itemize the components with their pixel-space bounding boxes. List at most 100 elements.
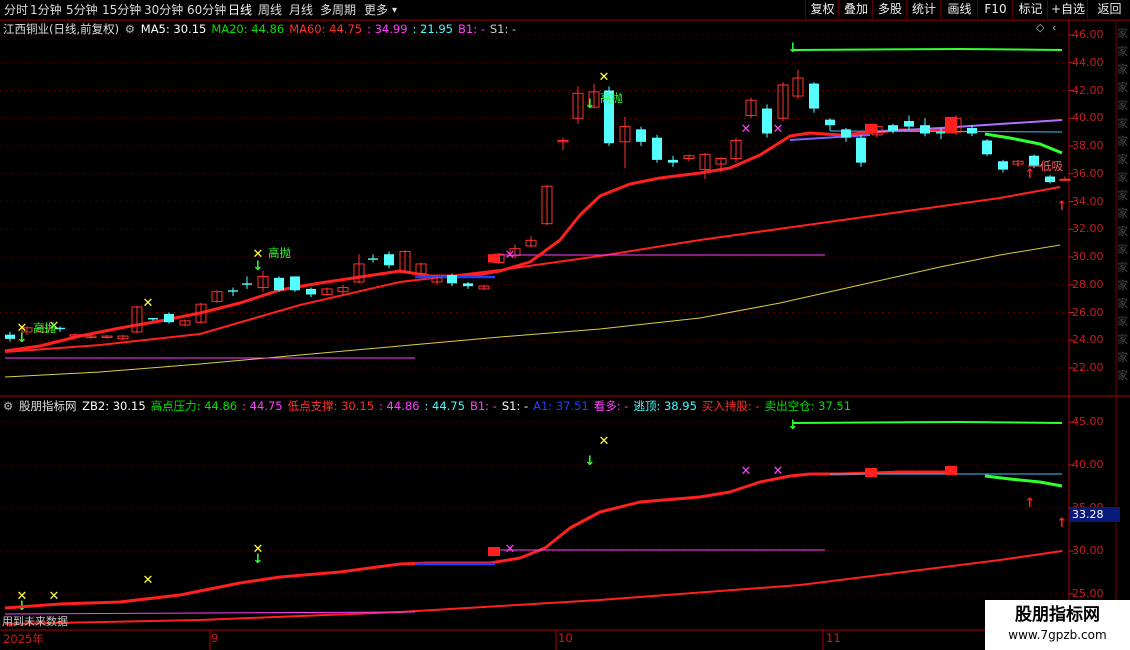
main-axis-label: 24.00 bbox=[1072, 333, 1104, 347]
chart-frames bbox=[0, 19, 1130, 631]
up-arrow-marker: ↑ bbox=[1025, 167, 1036, 182]
kline-chart[interactable]: ✕↓✕✕✕↓✕✕↓✕ ✕↓↑↑✕↓✕✕✕↓✕✕↓✕ ✕↓↑↑ bbox=[0, 0, 1130, 650]
buy-x-marker: ✕ bbox=[773, 122, 784, 137]
signal-markers: ✕↓✕✕✕↓✕✕↓✕ ✕↓↑↑✕↓✕✕✕↓✕✕↓✕ ✕↓↑↑ bbox=[17, 41, 1068, 614]
red-block bbox=[488, 254, 500, 263]
date-sep: 9 bbox=[211, 631, 219, 645]
down-arrow-marker: ↓ bbox=[253, 259, 264, 274]
candle-body bbox=[982, 140, 992, 155]
main-axis-label: 32.00 bbox=[1072, 222, 1104, 236]
watermark-logo: 股朋指标网 www.7gpzb.com bbox=[985, 600, 1130, 650]
buy-x-marker: ✕ bbox=[505, 248, 516, 263]
sub-down-arrow: ↓ bbox=[788, 418, 799, 433]
sub-up-arrow: ↑ bbox=[1057, 516, 1068, 531]
main-axis-label: 40.00 bbox=[1072, 111, 1104, 125]
sub-axis-label: 30.00 bbox=[1072, 544, 1104, 557]
sub-red-block bbox=[945, 466, 957, 475]
main-axis-label: 34.00 bbox=[1072, 194, 1104, 208]
main-axis-label: 46.00 bbox=[1072, 28, 1104, 41]
main-axis-label: 38.00 bbox=[1072, 139, 1104, 152]
candle-body bbox=[904, 121, 914, 127]
ma5-line bbox=[4, 128, 950, 353]
candle-body bbox=[463, 283, 473, 287]
moving-average-lines bbox=[4, 48, 1063, 378]
down-arrow-marker: ↓ bbox=[17, 331, 28, 346]
candle-body bbox=[936, 132, 946, 134]
date-nov: 11 bbox=[826, 631, 841, 645]
future-data-label: 用到未来数据 bbox=[2, 615, 68, 628]
candle-body bbox=[5, 334, 15, 339]
candle-body bbox=[447, 275, 457, 284]
date-oct: 10 bbox=[558, 631, 573, 645]
green-down-line bbox=[984, 132, 1063, 155]
red-block bbox=[945, 116, 957, 134]
candle-body bbox=[841, 129, 851, 138]
main-axis-label: 26.00 bbox=[1072, 305, 1104, 319]
watermark-title: 股朋指标网 bbox=[1015, 605, 1100, 625]
candlesticks bbox=[5, 69, 1071, 342]
main-axis-label: 22.00 bbox=[1072, 361, 1104, 374]
candle-body bbox=[636, 129, 646, 142]
sub-green-down-line bbox=[984, 474, 1063, 488]
up-arrow-marker: ↑ bbox=[1057, 199, 1068, 214]
resistance-line bbox=[792, 48, 1063, 51]
sub-sell-x: ✕ bbox=[143, 573, 154, 588]
main-axis-label: 42.00 bbox=[1072, 83, 1104, 97]
sub-resistance-line bbox=[792, 421, 1063, 424]
watermark-url: www.7gpzb.com bbox=[1008, 628, 1107, 642]
candle-body bbox=[967, 127, 977, 134]
sub-buy-x: ✕ bbox=[741, 464, 752, 479]
sub-sell-x: ✕ bbox=[49, 589, 60, 604]
gaopao-label-2: 高抛 bbox=[268, 246, 291, 260]
candle-body bbox=[290, 276, 300, 291]
candle-body bbox=[306, 288, 316, 295]
candle-body bbox=[652, 137, 662, 160]
ma-purple-line bbox=[869, 119, 1063, 133]
candle-body bbox=[856, 137, 866, 163]
candle-body bbox=[1029, 155, 1039, 166]
gaopao-label-1: 高抛 bbox=[33, 321, 56, 335]
sell-x-marker: ✕ bbox=[599, 70, 610, 85]
sub-axis-label: 40.00 bbox=[1072, 458, 1104, 471]
gaopao-label-3: 高抛 bbox=[600, 91, 623, 105]
down-arrow-marker: ↓ bbox=[788, 41, 799, 56]
candle-body bbox=[825, 119, 835, 126]
ma60-line bbox=[4, 186, 1061, 353]
candle-body bbox=[998, 161, 1008, 170]
sub-axis-label: 45.00 bbox=[1072, 415, 1104, 428]
candle-body bbox=[1059, 178, 1071, 181]
sub-up-arrow: ↑ bbox=[1025, 496, 1036, 511]
candle-body bbox=[368, 258, 378, 260]
main-axis-label: 36.00 bbox=[1072, 166, 1104, 180]
candle-body bbox=[274, 277, 284, 291]
sub-sell-x: ✕ bbox=[599, 434, 610, 449]
sub-red-block bbox=[488, 547, 500, 556]
current-value-highlight: 33.28 bbox=[1070, 507, 1120, 522]
date-year: 2025年 bbox=[3, 632, 44, 646]
sub-down-arrow: ↓ bbox=[253, 552, 264, 567]
candle-body bbox=[762, 108, 772, 134]
down-arrow-marker: ↓ bbox=[585, 97, 596, 112]
candle-body bbox=[1045, 176, 1055, 183]
sub-down-arrow: ↓ bbox=[585, 454, 596, 469]
red-block bbox=[865, 123, 877, 134]
buy-x-marker: ✕ bbox=[741, 122, 752, 137]
candle-body bbox=[384, 254, 394, 266]
candle-body bbox=[242, 283, 252, 285]
candle-body bbox=[809, 83, 819, 109]
candle-body bbox=[920, 125, 930, 134]
main-axis-label: 44.00 bbox=[1072, 55, 1104, 69]
candle-body bbox=[148, 318, 158, 320]
dixi-label: 低吸 bbox=[1040, 159, 1063, 173]
sub-indicator-plot bbox=[4, 421, 1063, 625]
side-panel-text: 家家家家家家家家家家家家家家家家家家家家 bbox=[1117, 27, 1128, 382]
candle-body bbox=[164, 313, 174, 323]
candle-body bbox=[668, 159, 678, 163]
sub-red-block bbox=[865, 468, 877, 477]
sub-axis-label: 25.00 bbox=[1072, 587, 1104, 600]
main-axis-label: 30.00 bbox=[1072, 250, 1104, 263]
main-axis-label: 28.00 bbox=[1072, 277, 1104, 291]
sell-x-marker: ✕ bbox=[143, 296, 154, 311]
candle-body bbox=[888, 125, 898, 131]
price-grid bbox=[0, 34, 1074, 650]
